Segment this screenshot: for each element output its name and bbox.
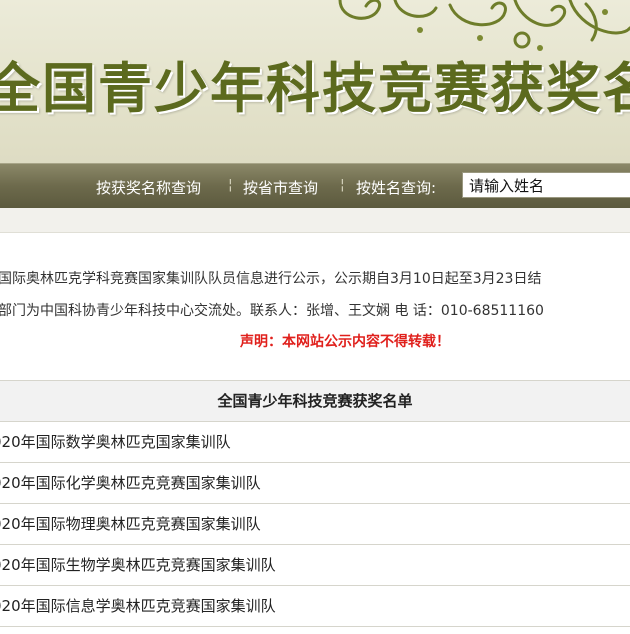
table-row[interactable]: 020年国际信息学奥林匹克竞赛国家集训队: [0, 586, 630, 627]
row-link[interactable]: 020年国际信息学奥林匹克竞赛国家集训队: [0, 597, 276, 615]
table-row[interactable]: 020年国际生物学奥林匹克竞赛国家集训队: [0, 545, 630, 586]
header-banner: 全国青少年科技竞赛获奖名单: [0, 0, 630, 163]
reprint-declaration: 声明：本网站公示内容不得转载！: [240, 334, 450, 350]
query-by-province-link[interactable]: 按省市查询: [243, 177, 318, 198]
award-list-table: 全国青少年科技竞赛获奖名单 020年国际数学奥林匹克国家集训队 020年国际化学…: [0, 380, 630, 627]
row-link[interactable]: 020年国际数学奥林匹克国家集训队: [0, 433, 231, 451]
notice-text-line-2: 部门为中国科协青少年科技中心交流处。联系人：张增、王文娴 电 话：010-685…: [0, 303, 544, 319]
row-link[interactable]: 020年国际化学奥林匹克竞赛国家集训队: [0, 474, 261, 492]
query-by-award-link[interactable]: 按获奖名称查询: [96, 177, 201, 198]
table-row[interactable]: 020年国际数学奥林匹克国家集训队: [0, 422, 630, 463]
table-header: 全国青少年科技竞赛获奖名单: [0, 381, 630, 422]
table-row[interactable]: 020年国际物理奥林匹克竞赛国家集训队: [0, 504, 630, 545]
nav-separator: ¦: [228, 177, 233, 193]
nav-separator: ¦: [340, 177, 345, 193]
query-by-name-label: 按姓名查询:: [356, 179, 437, 197]
query-nav-bar: 按获奖名称查询 ¦ 按省市查询 ¦ 按姓名查询:: [0, 163, 630, 209]
row-link[interactable]: 020年国际生物学奥林匹克竞赛国家集训队: [0, 556, 276, 574]
row-link[interactable]: 020年国际物理奥林匹克竞赛国家集训队: [0, 515, 261, 533]
notice-text-line-1: 国际奥林匹克学科竞赛国家集训队队员信息进行公示，公示期自3月10日起至3月23日…: [0, 271, 542, 287]
page-title: 全国青少年科技竞赛获奖名单: [0, 56, 630, 120]
table-row[interactable]: 020年国际化学奥林匹克竞赛国家集训队: [0, 463, 630, 504]
divider-strip: [0, 208, 630, 233]
name-search-input[interactable]: [462, 172, 630, 198]
